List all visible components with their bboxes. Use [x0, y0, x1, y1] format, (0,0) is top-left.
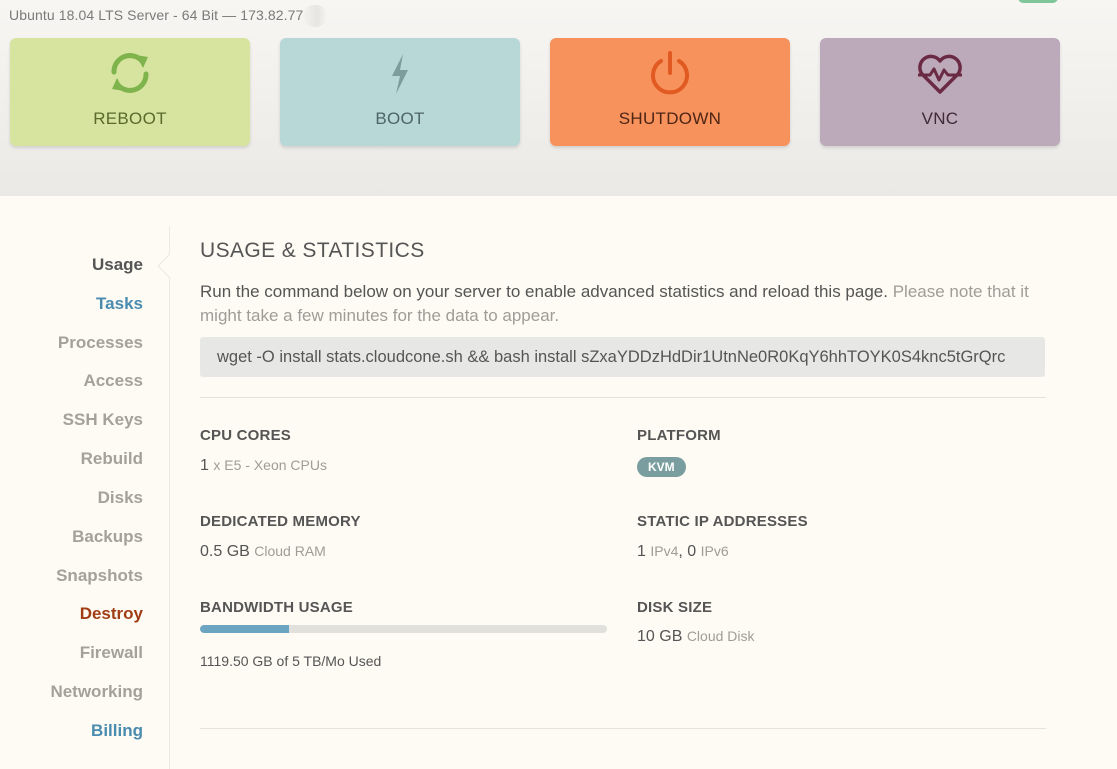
- active-indicator: [158, 254, 171, 278]
- ipv6-count: 0: [687, 543, 697, 560]
- bandwidth-progress-fill: [200, 625, 290, 633]
- intro-text: Run the command below on your server to …: [200, 280, 1046, 328]
- memory-amount: 0.5 GB: [200, 543, 250, 560]
- boot-label: BOOT: [375, 109, 425, 128]
- sidebar-item-backups[interactable]: Backups: [72, 527, 143, 547]
- sidebar-item-billing[interactable]: Billing: [91, 721, 143, 741]
- disk-unit: Cloud Disk: [686, 628, 755, 644]
- platform-label: PLATFORM: [637, 427, 721, 444]
- sidebar-nav: Usage Tasks Processes Access SSH Keys Re…: [0, 226, 171, 769]
- refresh-icon: [111, 53, 149, 93]
- intro-instruction: Run the command below on your server to …: [200, 282, 888, 301]
- bandwidth-used-text: 1119.50 GB of 5 TB/Mo Used: [200, 653, 382, 669]
- heart-pulse-icon: [918, 54, 962, 94]
- ip-separator: ,: [678, 543, 683, 560]
- shutdown-button[interactable]: SHUTDOWN: [550, 38, 790, 146]
- reboot-label: REBOOT: [93, 109, 167, 128]
- install-command[interactable]: wget -O install stats.cloudcone.sh && ba…: [200, 337, 1045, 377]
- bandwidth-label: BANDWIDTH USAGE: [200, 599, 353, 616]
- sidebar-item-networking[interactable]: Networking: [50, 682, 143, 702]
- sidebar-item-tasks[interactable]: Tasks: [96, 294, 143, 314]
- lightning-icon: [392, 54, 408, 94]
- vnc-label: VNC: [921, 109, 959, 128]
- disk-amount: 10 GB: [637, 628, 683, 645]
- sidebar-item-firewall[interactable]: Firewall: [80, 643, 143, 663]
- divider: [200, 728, 1046, 729]
- static-ip-label: STATIC IP ADDRESSES: [637, 513, 808, 530]
- memory-label: DEDICATED MEMORY: [200, 513, 361, 530]
- power-icon: [651, 51, 689, 95]
- reboot-button[interactable]: REBOOT: [10, 38, 250, 146]
- cpu-count: 1: [200, 457, 209, 474]
- platform-badge: KVM: [637, 457, 686, 477]
- shutdown-label: SHUTDOWN: [618, 109, 722, 128]
- boot-button[interactable]: BOOT: [280, 38, 520, 146]
- ipv4-unit: IPv4: [650, 543, 679, 559]
- bandwidth-progress-bar: [200, 625, 607, 633]
- ipv4-count: 1: [637, 543, 646, 560]
- sidebar-item-ssh-keys[interactable]: SSH Keys: [63, 410, 143, 430]
- disk-size-label: DISK SIZE: [637, 599, 713, 616]
- cpu-detail: x E5 - Xeon CPUs: [213, 457, 327, 473]
- status-pill: [1018, 0, 1058, 3]
- server-title: Ubuntu 18.04 LTS Server - 64 Bit — 173.8…: [9, 7, 304, 23]
- cpu-cores-value: 1 x E5 - Xeon CPUs: [200, 457, 327, 475]
- sidebar-item-processes[interactable]: Processes: [58, 333, 143, 353]
- ipv6-unit: IPv6: [700, 543, 729, 559]
- title-fade-overlay: [303, 5, 327, 27]
- static-ip-value: 1 IPv4, 0 IPv6: [637, 543, 729, 561]
- memory-unit: Cloud RAM: [254, 543, 326, 559]
- divider: [200, 397, 1046, 398]
- page-title: USAGE & STATISTICS: [200, 239, 425, 262]
- sidebar-item-snapshots[interactable]: Snapshots: [56, 566, 143, 586]
- server-header: Ubuntu 18.04 LTS Server - 64 Bit — 173.8…: [0, 0, 1117, 196]
- vnc-button[interactable]: VNC: [820, 38, 1060, 146]
- cpu-cores-label: CPU CORES: [200, 427, 291, 444]
- sidebar-item-rebuild[interactable]: Rebuild: [81, 449, 143, 469]
- sidebar-item-destroy[interactable]: Destroy: [80, 604, 143, 624]
- memory-value: 0.5 GB Cloud RAM: [200, 543, 326, 561]
- sidebar-item-disks[interactable]: Disks: [98, 488, 143, 508]
- sidebar-item-usage[interactable]: Usage: [92, 255, 143, 275]
- sidebar-item-access[interactable]: Access: [83, 371, 143, 391]
- disk-size-value: 10 GB Cloud Disk: [637, 628, 755, 646]
